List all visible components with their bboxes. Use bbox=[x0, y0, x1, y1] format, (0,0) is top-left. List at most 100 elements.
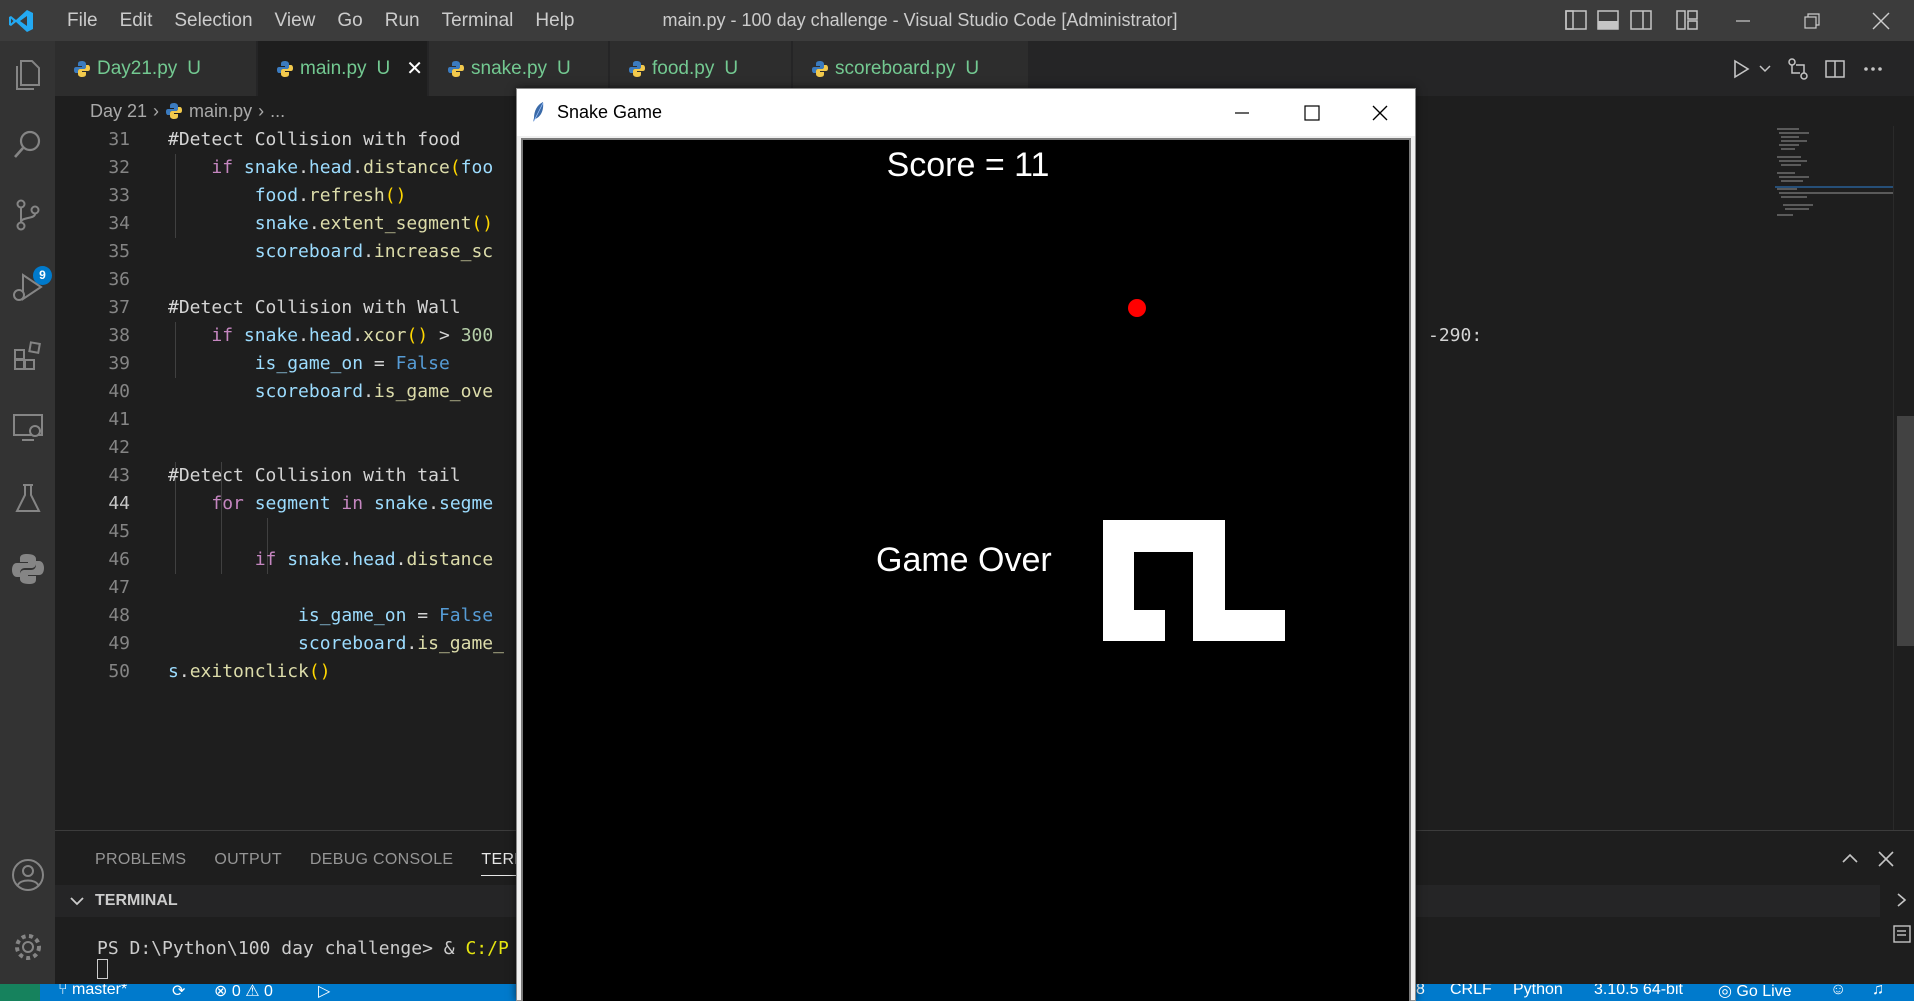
problems-status[interactable]: ⊗ 0 ⚠ 0 bbox=[214, 984, 273, 1001]
settings-gear-icon[interactable] bbox=[10, 929, 46, 965]
run-icon[interactable]: ▷ bbox=[318, 984, 330, 1001]
breadcrumb-folder[interactable]: Day 21 bbox=[90, 101, 147, 122]
menu-file[interactable]: File bbox=[56, 0, 109, 41]
account-icon[interactable] bbox=[10, 857, 46, 893]
line-number: 34 bbox=[108, 213, 130, 234]
snake-close-button[interactable] bbox=[1345, 89, 1415, 136]
restore-icon bbox=[1804, 12, 1820, 29]
editor-scrollbar[interactable] bbox=[1893, 126, 1914, 830]
remote-explorer-icon[interactable] bbox=[10, 409, 46, 445]
line-content: if snake.head.xcor() > 300 bbox=[211, 325, 494, 346]
close-tab-icon[interactable]: ✕ bbox=[406, 56, 423, 81]
window-title: main.py - 100 day challenge - Visual Stu… bbox=[662, 10, 1178, 30]
line-content: for segment in snake.segme bbox=[211, 493, 494, 514]
python-icon[interactable] bbox=[10, 551, 46, 587]
tab-label: Day21.py bbox=[97, 57, 178, 79]
breadcrumb-symbol[interactable]: ... bbox=[270, 101, 285, 122]
feedback-icon[interactable]: ☺ bbox=[1830, 984, 1846, 999]
turtle-canvas[interactable]: Score = 11 Game Over bbox=[521, 138, 1411, 1001]
toggle-primary-sidebar-icon[interactable] bbox=[1565, 10, 1587, 30]
customize-layout-icon[interactable] bbox=[1676, 10, 1698, 30]
explorer-icon[interactable] bbox=[10, 57, 46, 93]
go-live-label: Go Live bbox=[1736, 984, 1792, 1000]
snake-segment bbox=[1193, 610, 1285, 641]
open-changes-icon[interactable] bbox=[1786, 57, 1810, 81]
line-number: 50 bbox=[108, 661, 130, 682]
toggle-panel-icon[interactable] bbox=[1597, 10, 1619, 30]
code-line-overflow: -290: bbox=[1428, 322, 1628, 350]
scrollbar-thumb[interactable] bbox=[1897, 416, 1914, 646]
tab-problems[interactable]: PROBLEMS bbox=[95, 851, 186, 869]
maximize-panel-icon[interactable] bbox=[1837, 846, 1863, 872]
terminal-line[interactable]: PS D:\Python\100 day challenge> & C:/P bbox=[97, 938, 509, 959]
tab-main[interactable]: main.py U ✕ bbox=[258, 41, 428, 96]
notifications-icon[interactable]: ♫ bbox=[1872, 984, 1884, 999]
branch-status[interactable]: ⑂ master* bbox=[58, 984, 127, 999]
snake-maximize-button[interactable] bbox=[1277, 89, 1347, 136]
language-status[interactable]: Python bbox=[1513, 984, 1563, 999]
warning-count: 0 bbox=[264, 984, 273, 1000]
run-debug-icon[interactable] bbox=[10, 269, 46, 305]
extensions-icon[interactable] bbox=[10, 338, 46, 374]
chevron-down-icon[interactable] bbox=[1758, 62, 1772, 76]
run-file-icon[interactable] bbox=[1730, 58, 1752, 80]
line-content: snake.extent_segment() bbox=[254, 213, 494, 234]
close-panel-icon[interactable] bbox=[1873, 846, 1899, 872]
minimize-button[interactable] bbox=[1714, 0, 1772, 41]
line-content: is_game_on = False bbox=[254, 353, 450, 374]
terminal-title: TERMINAL bbox=[95, 892, 178, 909]
snake-minimize-button[interactable] bbox=[1207, 89, 1277, 136]
menu-edit[interactable]: Edit bbox=[109, 0, 164, 41]
line-content: #Detect Collision with Wall bbox=[168, 297, 461, 318]
search-icon[interactable] bbox=[10, 127, 46, 163]
more-actions-icon[interactable] bbox=[1862, 58, 1884, 80]
menu-run[interactable]: Run bbox=[374, 0, 431, 41]
chevron-right-icon[interactable] bbox=[1893, 891, 1911, 909]
error-count: 0 bbox=[231, 984, 241, 1000]
split-editor-icon[interactable] bbox=[1824, 58, 1846, 80]
menu-go[interactable]: Go bbox=[326, 0, 373, 41]
python-file-icon bbox=[812, 60, 828, 77]
tab-label: scoreboard.py bbox=[835, 57, 956, 79]
remote-indicator[interactable] bbox=[0, 984, 40, 1001]
close-icon bbox=[1872, 12, 1890, 29]
line-number: 41 bbox=[108, 409, 130, 430]
interpreter-status[interactable]: 3.10.5 64-bit bbox=[1594, 984, 1683, 999]
tab-output[interactable]: OUTPUT bbox=[214, 851, 282, 869]
spaces-indicator[interactable]: 8 bbox=[1416, 984, 1425, 999]
snake-window-titlebar[interactable]: Snake Game bbox=[517, 89, 1415, 136]
python-file-icon bbox=[277, 60, 293, 77]
tab-label: snake.py bbox=[471, 57, 548, 79]
terminal-prompt: PS D:\Python\100 day challenge> & bbox=[97, 938, 466, 959]
testing-icon[interactable] bbox=[10, 481, 46, 517]
close-window-button[interactable] bbox=[1852, 0, 1910, 41]
terminal-instance-icon[interactable] bbox=[1891, 923, 1913, 945]
line-number: 48 bbox=[108, 605, 130, 626]
menu-selection[interactable]: Selection bbox=[163, 0, 263, 41]
untracked-flag: U bbox=[724, 57, 739, 79]
minimap[interactable] bbox=[1775, 126, 1895, 236]
restore-button[interactable] bbox=[1783, 0, 1841, 41]
maximize-icon bbox=[1304, 104, 1320, 121]
line-number: 45 bbox=[108, 521, 130, 542]
editor-actions bbox=[1730, 41, 1884, 96]
menu-view[interactable]: View bbox=[264, 0, 327, 41]
branch-name: master* bbox=[72, 984, 128, 998]
breadcrumb-file[interactable]: main.py bbox=[189, 101, 252, 122]
branch-icon: ⑂ bbox=[58, 984, 73, 998]
python-file-icon bbox=[448, 60, 464, 77]
tab-day21[interactable]: Day21.py U bbox=[55, 41, 257, 96]
line-number: 44 bbox=[108, 493, 130, 514]
title-bar: File Edit Selection View Go Run Terminal… bbox=[0, 0, 1914, 41]
terminal-command: C:/P bbox=[465, 938, 509, 959]
line-number: 46 bbox=[108, 549, 130, 570]
go-live-status[interactable]: ◎ Go Live bbox=[1718, 984, 1792, 1001]
source-control-icon[interactable] bbox=[10, 197, 46, 233]
tab-debug-console[interactable]: DEBUG CONSOLE bbox=[310, 851, 454, 869]
toggle-secondary-sidebar-icon[interactable] bbox=[1630, 10, 1652, 30]
menu-terminal[interactable]: Terminal bbox=[431, 0, 525, 41]
eol-status[interactable]: CRLF bbox=[1450, 984, 1492, 999]
python-file-icon bbox=[166, 103, 183, 119]
sync-icon[interactable]: ⟳ bbox=[172, 984, 185, 1001]
game-over-text: Game Over bbox=[876, 541, 1052, 579]
